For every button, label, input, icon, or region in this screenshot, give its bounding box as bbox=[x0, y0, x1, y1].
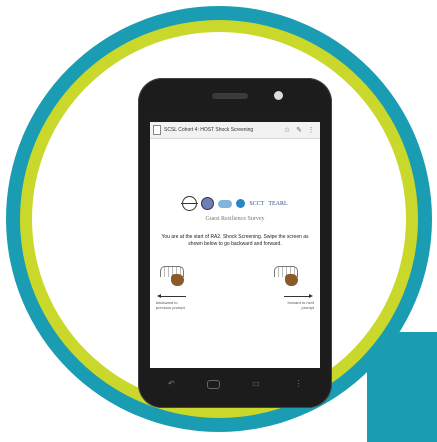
backward-label: backward to previous prompt bbox=[156, 300, 185, 310]
speaker-grille bbox=[212, 93, 248, 99]
intro-text: You are at the start of RA2. Shock Scree… bbox=[161, 234, 309, 247]
star-icon[interactable]: ☆ bbox=[281, 126, 293, 134]
back-icon[interactable]: ↶ bbox=[164, 379, 178, 389]
front-camera bbox=[274, 91, 283, 100]
tab-title[interactable]: SCSL Cohort 4: HOST Shock Screening bbox=[164, 127, 281, 133]
forward-label: forward to next prompt bbox=[287, 300, 314, 310]
browser-address-bar: SCSL Cohort 4: HOST Shock Screening ☆ ✎ … bbox=[150, 122, 320, 139]
circle-logo-icon bbox=[181, 196, 199, 211]
edit-icon[interactable]: ✎ bbox=[293, 126, 305, 134]
menu-icon[interactable]: ⋮ bbox=[305, 126, 317, 134]
swipe-right-hand-icon bbox=[274, 264, 304, 288]
globe-logo-icon bbox=[236, 199, 246, 208]
scct-logo-text: SCCT bbox=[249, 200, 265, 207]
seal-logo-icon bbox=[201, 197, 215, 210]
smartphone: SCSL Cohort 4: HOST Shock Screening ☆ ✎ … bbox=[138, 78, 332, 408]
document-icon bbox=[153, 125, 161, 135]
home-icon[interactable] bbox=[207, 379, 221, 389]
forward-arrow-icon bbox=[284, 294, 313, 298]
logo-row: SCCT TEARL bbox=[150, 196, 320, 211]
survey-title: Guest Resilience Survey bbox=[205, 216, 265, 222]
backward-arrow-icon bbox=[157, 294, 186, 298]
overflow-menu-icon[interactable]: ⋮ bbox=[292, 379, 306, 389]
tearl-logo-text: TEARL bbox=[268, 200, 288, 207]
system-nav-bar: ↶ ▭ ⋮ bbox=[150, 372, 320, 396]
phone-screen: SCSL Cohort 4: HOST Shock Screening ☆ ✎ … bbox=[150, 112, 320, 368]
wave-logo-icon bbox=[218, 199, 233, 208]
status-bar bbox=[150, 112, 320, 122]
recents-icon[interactable]: ▭ bbox=[249, 379, 263, 389]
swipe-left-hand-icon bbox=[160, 264, 190, 288]
